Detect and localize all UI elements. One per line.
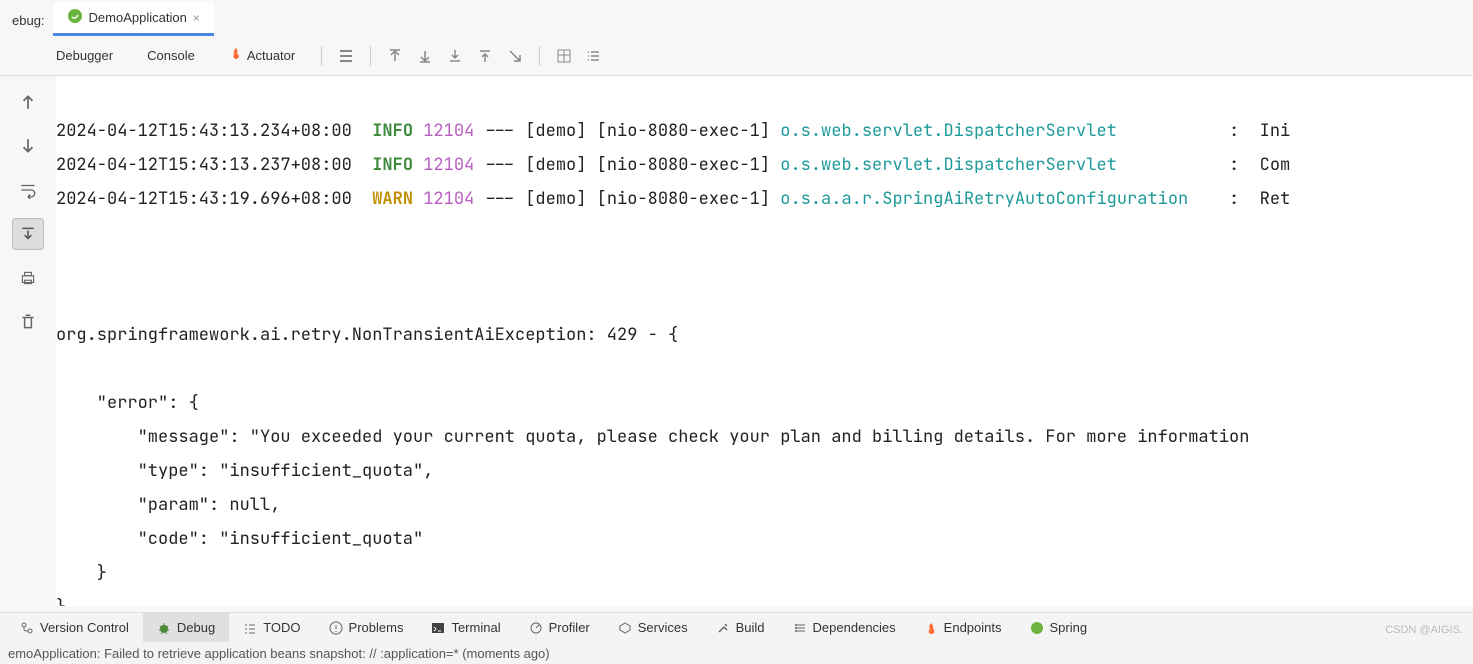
- diagonal-arrow-icon[interactable]: [501, 42, 529, 70]
- arrow-up-icon[interactable]: [12, 86, 44, 118]
- watermark: CSDN @AIGIS.: [1385, 624, 1463, 636]
- bottom-problems[interactable]: Problems: [315, 613, 418, 642]
- run-config-tab[interactable]: DemoApplication ×: [53, 2, 214, 36]
- print-icon[interactable]: [12, 262, 44, 294]
- tool-window-bar: Version Control Debug TODO Problems Term…: [0, 612, 1473, 642]
- trash-icon[interactable]: [12, 306, 44, 338]
- close-icon[interactable]: ×: [193, 11, 200, 25]
- separator: [370, 46, 371, 66]
- table-icon[interactable]: [550, 42, 578, 70]
- soft-wrap-icon[interactable]: [12, 174, 44, 206]
- list-icon[interactable]: [580, 42, 608, 70]
- export-up-icon[interactable]: [381, 42, 409, 70]
- window-tab-bar: ebug: DemoApplication ×: [0, 0, 1473, 36]
- download-icon[interactable]: [441, 42, 469, 70]
- bottom-debug[interactable]: Debug: [143, 613, 229, 642]
- debug-label: ebug:: [12, 13, 45, 28]
- bottom-version-control[interactable]: Version Control: [6, 613, 143, 642]
- bottom-endpoints[interactable]: Endpoints: [910, 613, 1016, 642]
- bottom-todo[interactable]: TODO: [229, 613, 314, 642]
- debug-toolbar: Debugger Console Actuator: [0, 36, 1473, 76]
- tab-actuator[interactable]: Actuator: [213, 41, 311, 70]
- console-left-rail: [0, 76, 56, 606]
- bottom-dependencies[interactable]: Dependencies: [779, 613, 910, 642]
- flame-icon: [229, 47, 243, 64]
- bottom-services[interactable]: Services: [604, 613, 702, 642]
- separator: [539, 46, 540, 66]
- arrow-down-icon[interactable]: [12, 130, 44, 162]
- main-area: 2024-04-12T15:43:13.234+08:00 INFO 12104…: [0, 76, 1473, 606]
- tab-debugger[interactable]: Debugger: [40, 42, 129, 69]
- scroll-to-end-icon[interactable]: [12, 218, 44, 250]
- bottom-terminal[interactable]: Terminal: [417, 613, 514, 642]
- import-down-icon[interactable]: [411, 42, 439, 70]
- bottom-spring[interactable]: Spring: [1016, 613, 1102, 642]
- separator: [321, 46, 322, 66]
- filter-icon[interactable]: [332, 42, 360, 70]
- console-output[interactable]: 2024-04-12T15:43:13.234+08:00 INFO 12104…: [56, 76, 1473, 606]
- status-text: emoApplication: Failed to retrieve appli…: [8, 646, 550, 661]
- run-tab-label: DemoApplication: [89, 10, 187, 25]
- spring-icon: [67, 8, 83, 27]
- bottom-profiler[interactable]: Profiler: [515, 613, 604, 642]
- status-bar: emoApplication: Failed to retrieve appli…: [0, 642, 1473, 664]
- upload-icon[interactable]: [471, 42, 499, 70]
- bottom-build[interactable]: Build: [702, 613, 779, 642]
- tab-console[interactable]: Console: [131, 42, 211, 69]
